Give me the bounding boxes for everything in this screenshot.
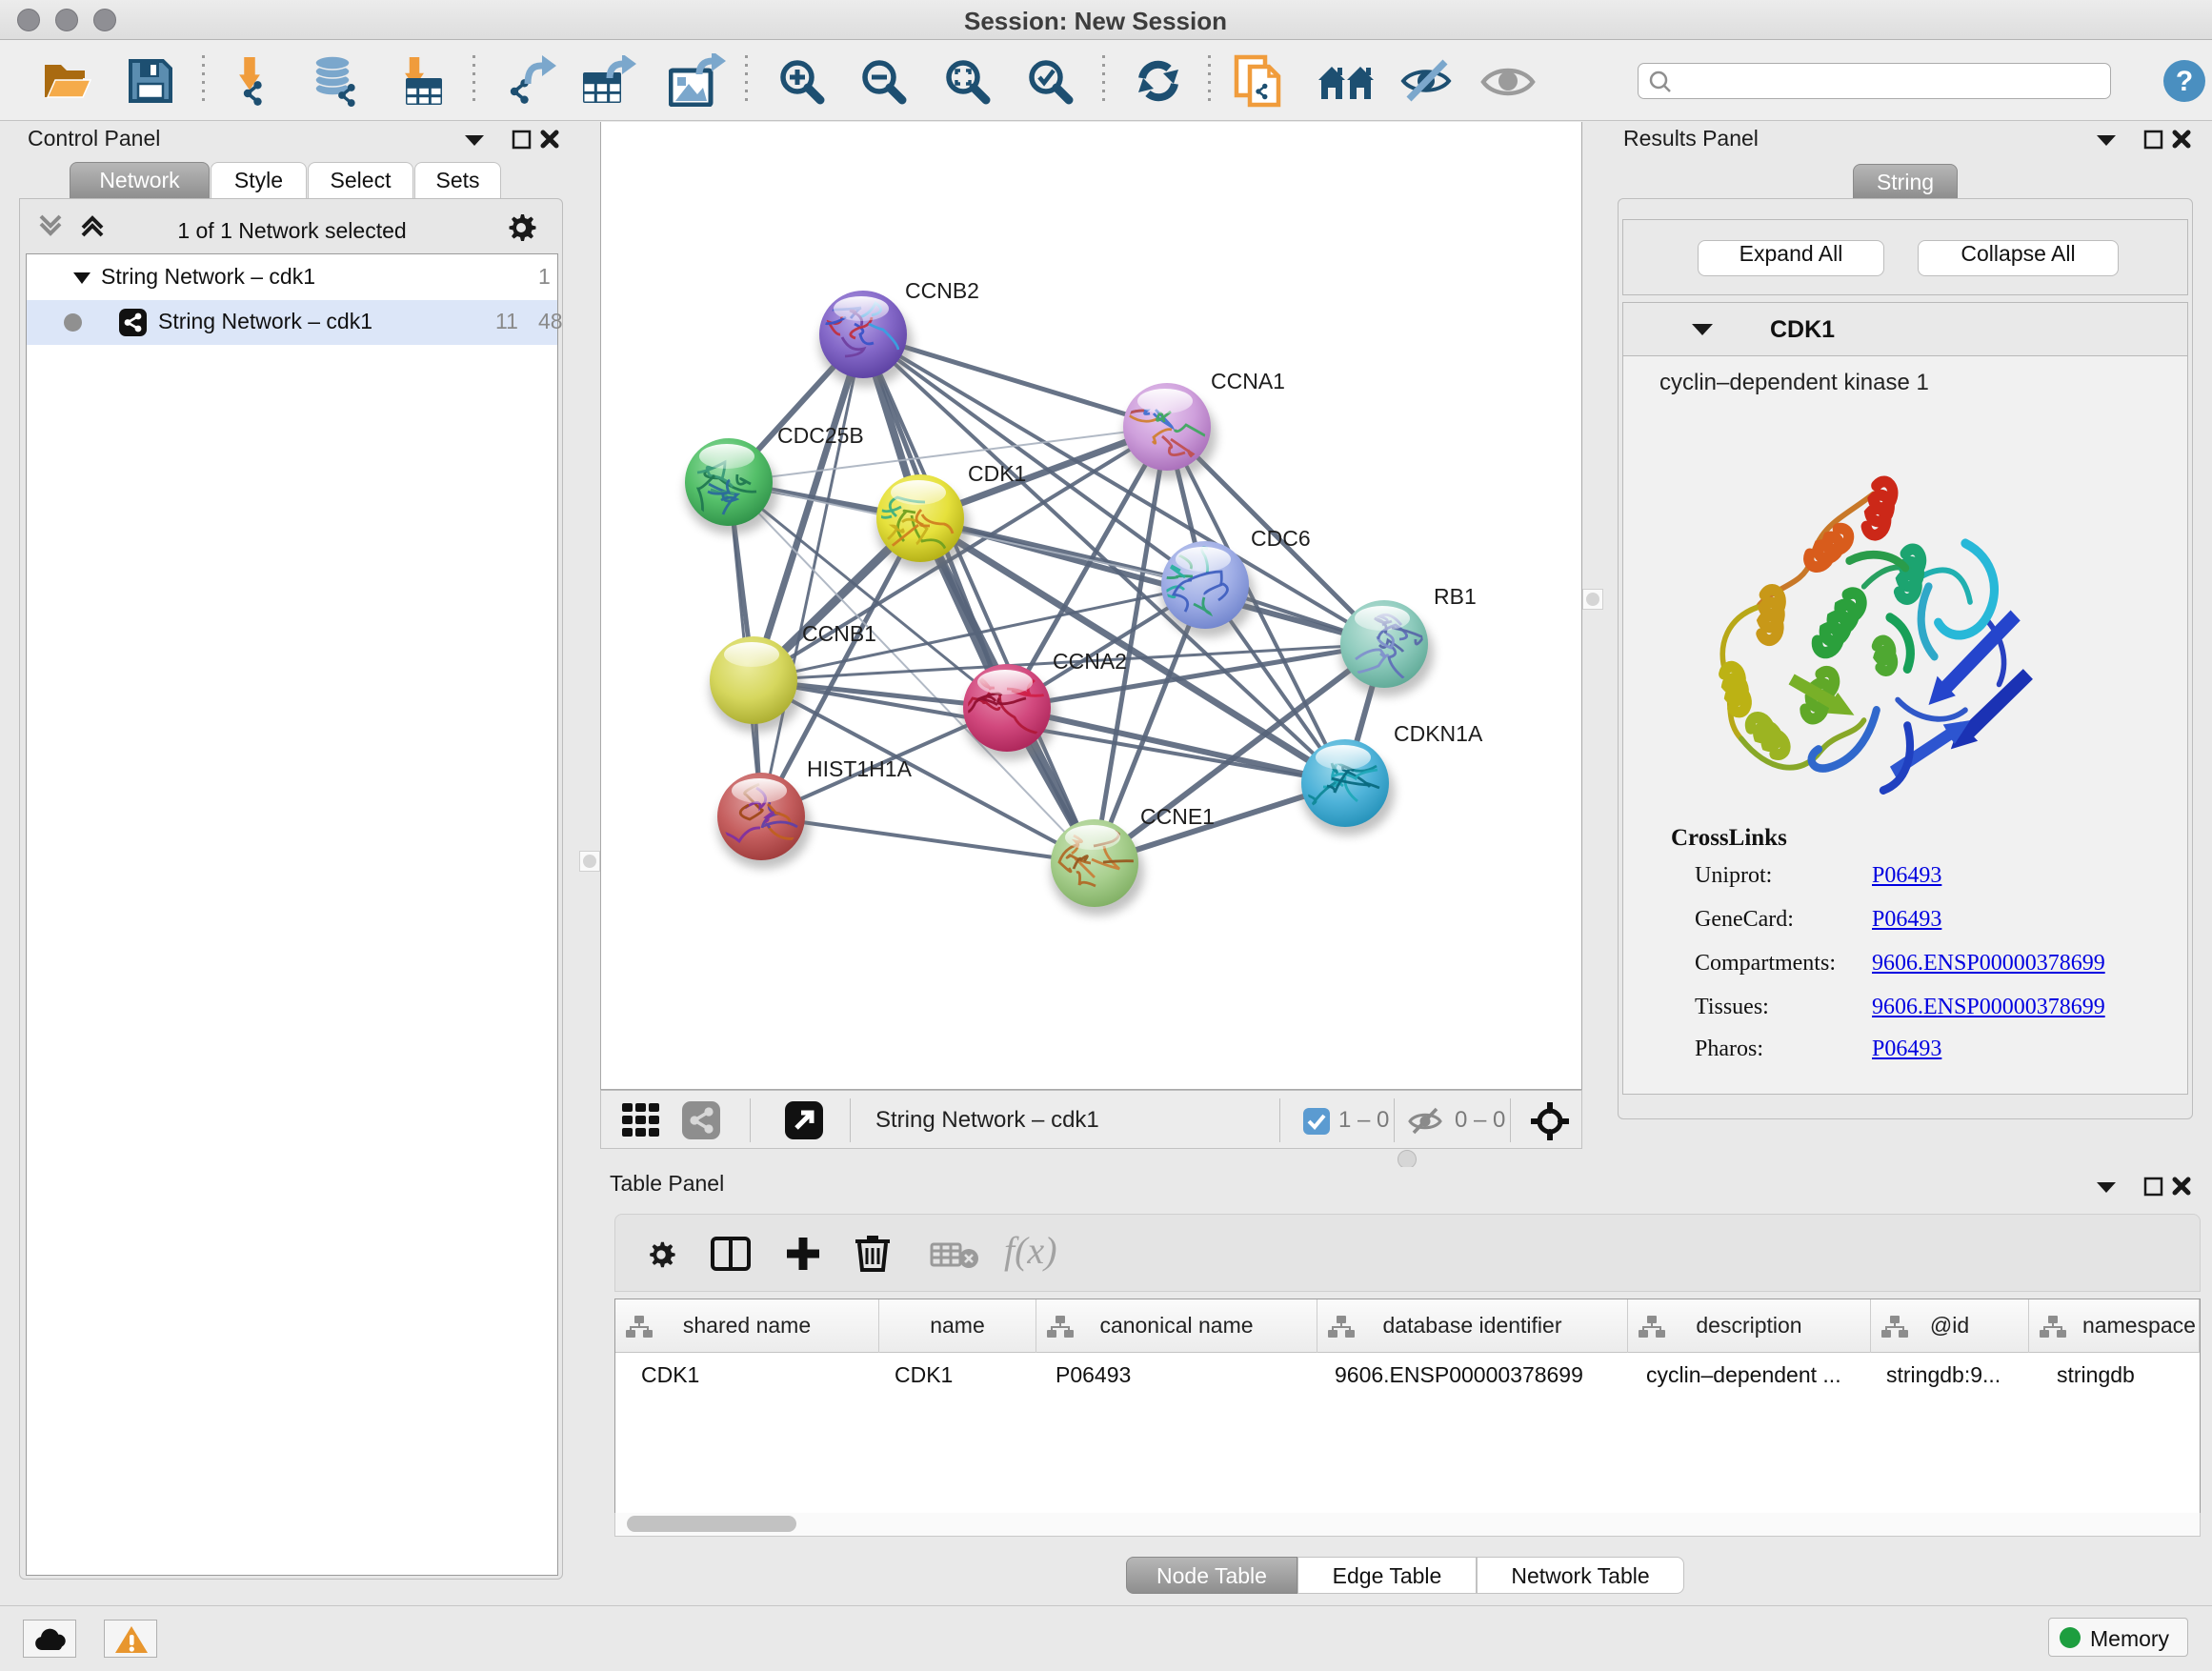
svg-text:?: ? bbox=[2176, 66, 2193, 97]
svg-text:CCNA2: CCNA2 bbox=[1053, 649, 1127, 674]
svg-text:CCNB2: CCNB2 bbox=[905, 278, 979, 303]
svg-text:CDKN1A: CDKN1A bbox=[1394, 721, 1483, 746]
svg-text:CCNB1: CCNB1 bbox=[802, 621, 876, 646]
svg-text:RB1: RB1 bbox=[1434, 584, 1477, 609]
svg-text:CDK1: CDK1 bbox=[968, 461, 1026, 486]
svg-text:HIST1H1A: HIST1H1A bbox=[807, 756, 913, 781]
svg-text:CCNE1: CCNE1 bbox=[1140, 804, 1215, 829]
svg-text:CDC6: CDC6 bbox=[1251, 526, 1311, 551]
svg-text:CDC25B: CDC25B bbox=[777, 423, 864, 448]
svg-text:CCNA1: CCNA1 bbox=[1211, 369, 1285, 393]
